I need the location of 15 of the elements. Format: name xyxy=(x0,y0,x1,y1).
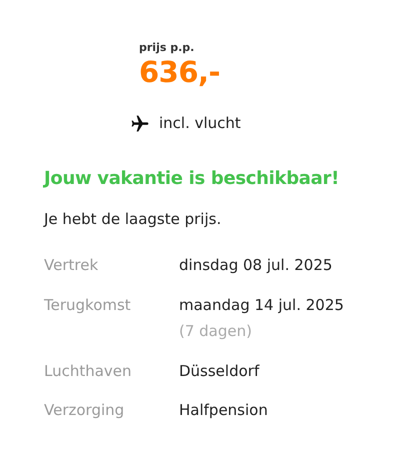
airplane-icon xyxy=(129,114,151,134)
detail-value: Halfpension xyxy=(179,400,268,422)
detail-label: Verzorging xyxy=(44,400,126,422)
availability-heading: Jouw vakantie is beschikbaar! xyxy=(44,166,340,191)
price-label: prijs p.p. xyxy=(139,40,196,56)
detail-label: Luchthaven xyxy=(44,360,133,382)
duration-note: (7 dagen) xyxy=(179,321,253,342)
detail-value: Düsseldorf xyxy=(179,360,260,382)
detail-label: Terugkomst xyxy=(44,294,132,316)
detail-value: dinsdag 08 jul. 2025 xyxy=(179,255,332,276)
price-amount: 636,- xyxy=(139,56,222,88)
flight-info: incl. vlucht xyxy=(159,113,241,134)
lowest-price-message: Je hebt de laagste prijs. xyxy=(44,208,222,230)
detail-label: Vertrek xyxy=(44,255,100,276)
detail-value: maandag 14 jul. 2025 xyxy=(179,294,344,316)
